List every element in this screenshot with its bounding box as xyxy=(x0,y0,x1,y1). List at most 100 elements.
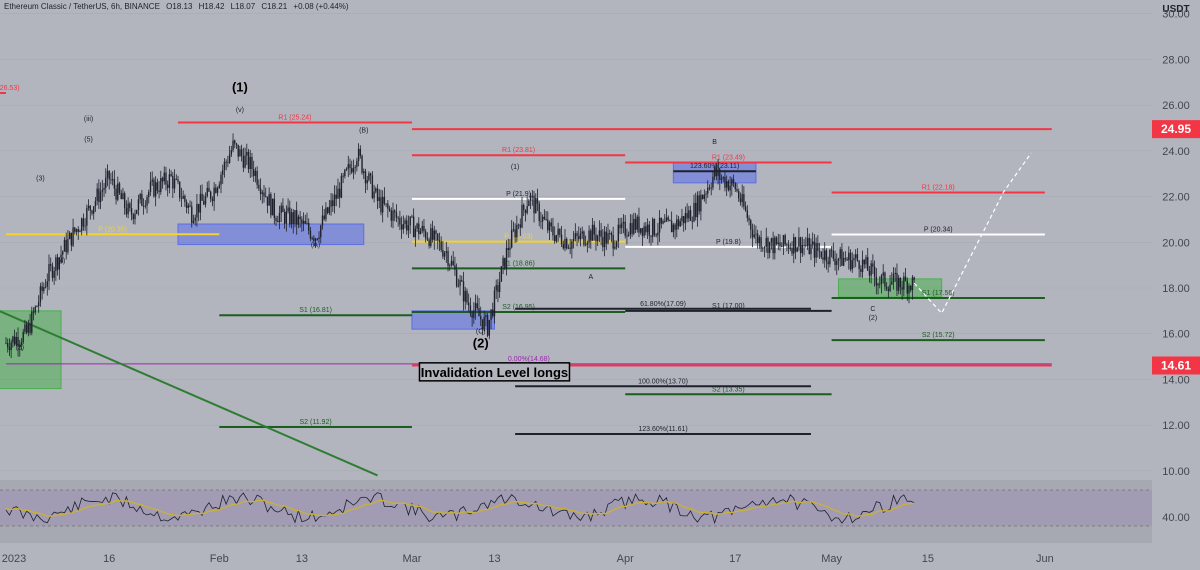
candle-body xyxy=(32,311,35,313)
candle-body xyxy=(796,247,798,252)
candle-body xyxy=(841,249,843,266)
candle-body xyxy=(117,183,119,200)
candle-body xyxy=(770,238,773,243)
candle-body xyxy=(108,170,110,180)
time-tick-label: Mar xyxy=(402,553,421,565)
candle-body xyxy=(817,243,819,251)
price-tick-label: 28.00 xyxy=(1162,54,1190,66)
candle-body xyxy=(36,306,38,307)
candle-body xyxy=(464,290,466,302)
candle-body xyxy=(674,224,676,230)
candle-body xyxy=(46,281,48,287)
candle-body xyxy=(409,216,411,226)
level-label: R1 (23.49) xyxy=(712,155,745,162)
candle-body xyxy=(641,228,644,236)
candle-body xyxy=(892,273,895,282)
candle-body xyxy=(832,250,835,259)
candle-body xyxy=(294,210,296,225)
candle-body xyxy=(180,197,183,199)
time-axis[interactable]: 2023 16 Feb 13 Mar 13 Apr 17 May 15 Jun xyxy=(0,543,1200,570)
candle-body xyxy=(230,150,233,155)
candle-body xyxy=(836,260,838,265)
candle-body xyxy=(529,195,532,201)
candle-body xyxy=(285,211,288,224)
candle-body xyxy=(282,205,284,213)
candle-body xyxy=(67,238,69,253)
time-axis-background xyxy=(0,543,1200,570)
candle-body xyxy=(810,244,812,254)
candle-body xyxy=(750,220,752,230)
candle-body xyxy=(306,222,308,224)
wave-label: (2) xyxy=(473,335,489,350)
candle-body xyxy=(70,232,73,246)
candle-body xyxy=(774,237,776,254)
candle-body xyxy=(639,228,642,233)
candle-body xyxy=(101,189,104,192)
candle-body xyxy=(896,272,898,291)
candle-body xyxy=(729,185,731,191)
candle-body xyxy=(564,238,566,249)
ohlc-low: L18.07 xyxy=(230,2,256,11)
time-tick-label: 16 xyxy=(103,553,115,565)
candle-body xyxy=(440,241,442,250)
candle-body xyxy=(512,229,515,231)
candle-body xyxy=(94,200,97,207)
candle-body xyxy=(110,179,112,181)
candle-body xyxy=(868,270,871,276)
candle-body xyxy=(459,280,461,286)
candle-body xyxy=(80,218,83,232)
candle-body xyxy=(354,166,356,168)
candle-body xyxy=(578,236,580,240)
candle-body xyxy=(187,205,190,208)
candle-body xyxy=(497,285,499,292)
candle-body xyxy=(333,194,336,207)
candle-body xyxy=(399,218,401,225)
candle-body xyxy=(130,208,133,215)
candle-body xyxy=(880,275,883,284)
candle-body xyxy=(498,281,501,292)
candle-body xyxy=(502,257,504,267)
rsi-band xyxy=(0,490,1152,526)
candle-body xyxy=(12,336,14,343)
wave-label: B xyxy=(712,139,717,146)
candle-body xyxy=(247,151,250,170)
candle-body xyxy=(419,230,422,235)
trading-chart[interactable]: R1 (25.24) R1 (23.81) R1 (23.49) R1 (22.18)… xyxy=(0,0,1200,570)
candle-body xyxy=(598,230,601,236)
price-tag-label: 24.95 xyxy=(1161,122,1191,136)
candle-body xyxy=(743,194,745,207)
candle-body xyxy=(851,260,853,270)
candle-body xyxy=(254,170,257,176)
candle-body xyxy=(545,218,547,220)
candle-body xyxy=(332,200,334,207)
candle-body xyxy=(127,203,129,215)
candle-body xyxy=(426,238,429,240)
candle-body xyxy=(454,265,456,270)
candle-body xyxy=(208,187,210,192)
candle-body xyxy=(206,187,208,197)
candle-body xyxy=(313,238,315,241)
candle-body xyxy=(318,237,320,239)
candle-body xyxy=(879,283,881,285)
candle-body xyxy=(471,313,473,318)
candle-body xyxy=(689,210,692,221)
candle-body xyxy=(763,247,766,248)
candle-body xyxy=(266,196,269,206)
candle-body xyxy=(91,210,93,214)
candle-body xyxy=(906,280,908,294)
level-label: 61.80%(17.09) xyxy=(640,301,686,308)
candle-body xyxy=(758,237,761,244)
candle-body xyxy=(837,258,840,261)
price-axis[interactable]: USDT10.0012.0014.0016.0018.0020.0022.002… xyxy=(1152,0,1200,570)
candle-body xyxy=(435,230,437,234)
candle-body xyxy=(277,220,279,223)
candle-body xyxy=(166,184,169,188)
candle-body xyxy=(136,209,138,214)
candle-body xyxy=(271,198,274,216)
candle-body xyxy=(44,286,47,288)
candle-body xyxy=(913,277,915,281)
candle-body xyxy=(784,235,786,245)
candle-body xyxy=(636,216,638,230)
candle-body xyxy=(84,225,86,227)
candle-body xyxy=(746,210,749,218)
